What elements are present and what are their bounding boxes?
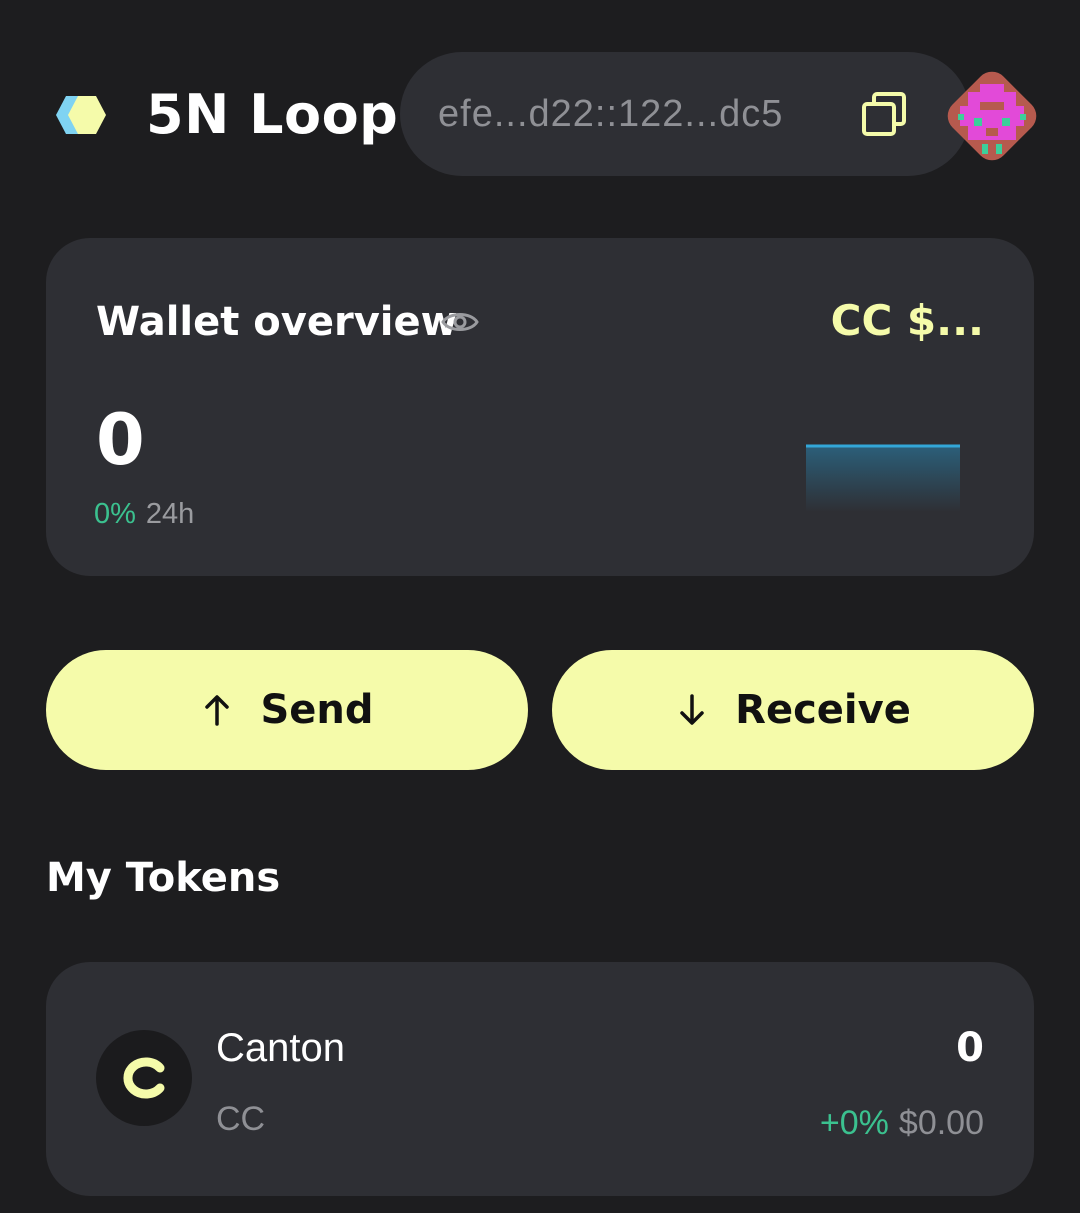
diamond-logo-icon bbox=[52, 92, 110, 138]
arrow-down-icon bbox=[675, 693, 709, 727]
token-row[interactable]: Canton CC 0 +0% $0.00 bbox=[46, 962, 1034, 1196]
copy-icon[interactable] bbox=[860, 90, 908, 138]
wallet-balance: 0 bbox=[96, 399, 145, 481]
wallet-screen: 5N Loop efe...d22::122...dc5 Wallet over… bbox=[0, 0, 1080, 1213]
token-symbol: CC bbox=[216, 1100, 266, 1138]
wallet-overview-title: Wallet overview bbox=[96, 299, 458, 345]
token-value-row: +0% $0.00 bbox=[820, 1102, 984, 1144]
token-value: $0.00 bbox=[898, 1104, 984, 1142]
balance-change: 0% 24h bbox=[94, 496, 194, 532]
change-percent: 0% bbox=[94, 498, 136, 530]
app-title: 5N Loop bbox=[146, 83, 399, 146]
eye-icon[interactable] bbox=[441, 308, 479, 336]
wallet-address: efe...d22::122...dc5 bbox=[438, 93, 784, 135]
arrow-up-icon bbox=[200, 693, 234, 727]
canton-c-icon bbox=[96, 1030, 192, 1126]
balance-sparkline bbox=[806, 442, 962, 514]
token-amount: 0 bbox=[956, 1025, 984, 1071]
wallet-overview-card: Wallet overview CC $... 0 0% 24h bbox=[46, 238, 1034, 576]
cc-price: CC $... bbox=[830, 296, 984, 345]
receive-button[interactable]: Receive bbox=[552, 650, 1034, 770]
token-change: +0% bbox=[819, 1104, 889, 1142]
pixel-avatar-icon[interactable] bbox=[938, 62, 1046, 170]
my-tokens-title: My Tokens bbox=[46, 855, 281, 901]
wallet-address-pill[interactable]: efe...d22::122...dc5 bbox=[400, 52, 970, 176]
receive-label: Receive bbox=[735, 687, 911, 733]
token-name: Canton bbox=[216, 1026, 345, 1070]
send-label: Send bbox=[260, 687, 374, 733]
change-period: 24h bbox=[145, 498, 195, 530]
send-button[interactable]: Send bbox=[46, 650, 528, 770]
